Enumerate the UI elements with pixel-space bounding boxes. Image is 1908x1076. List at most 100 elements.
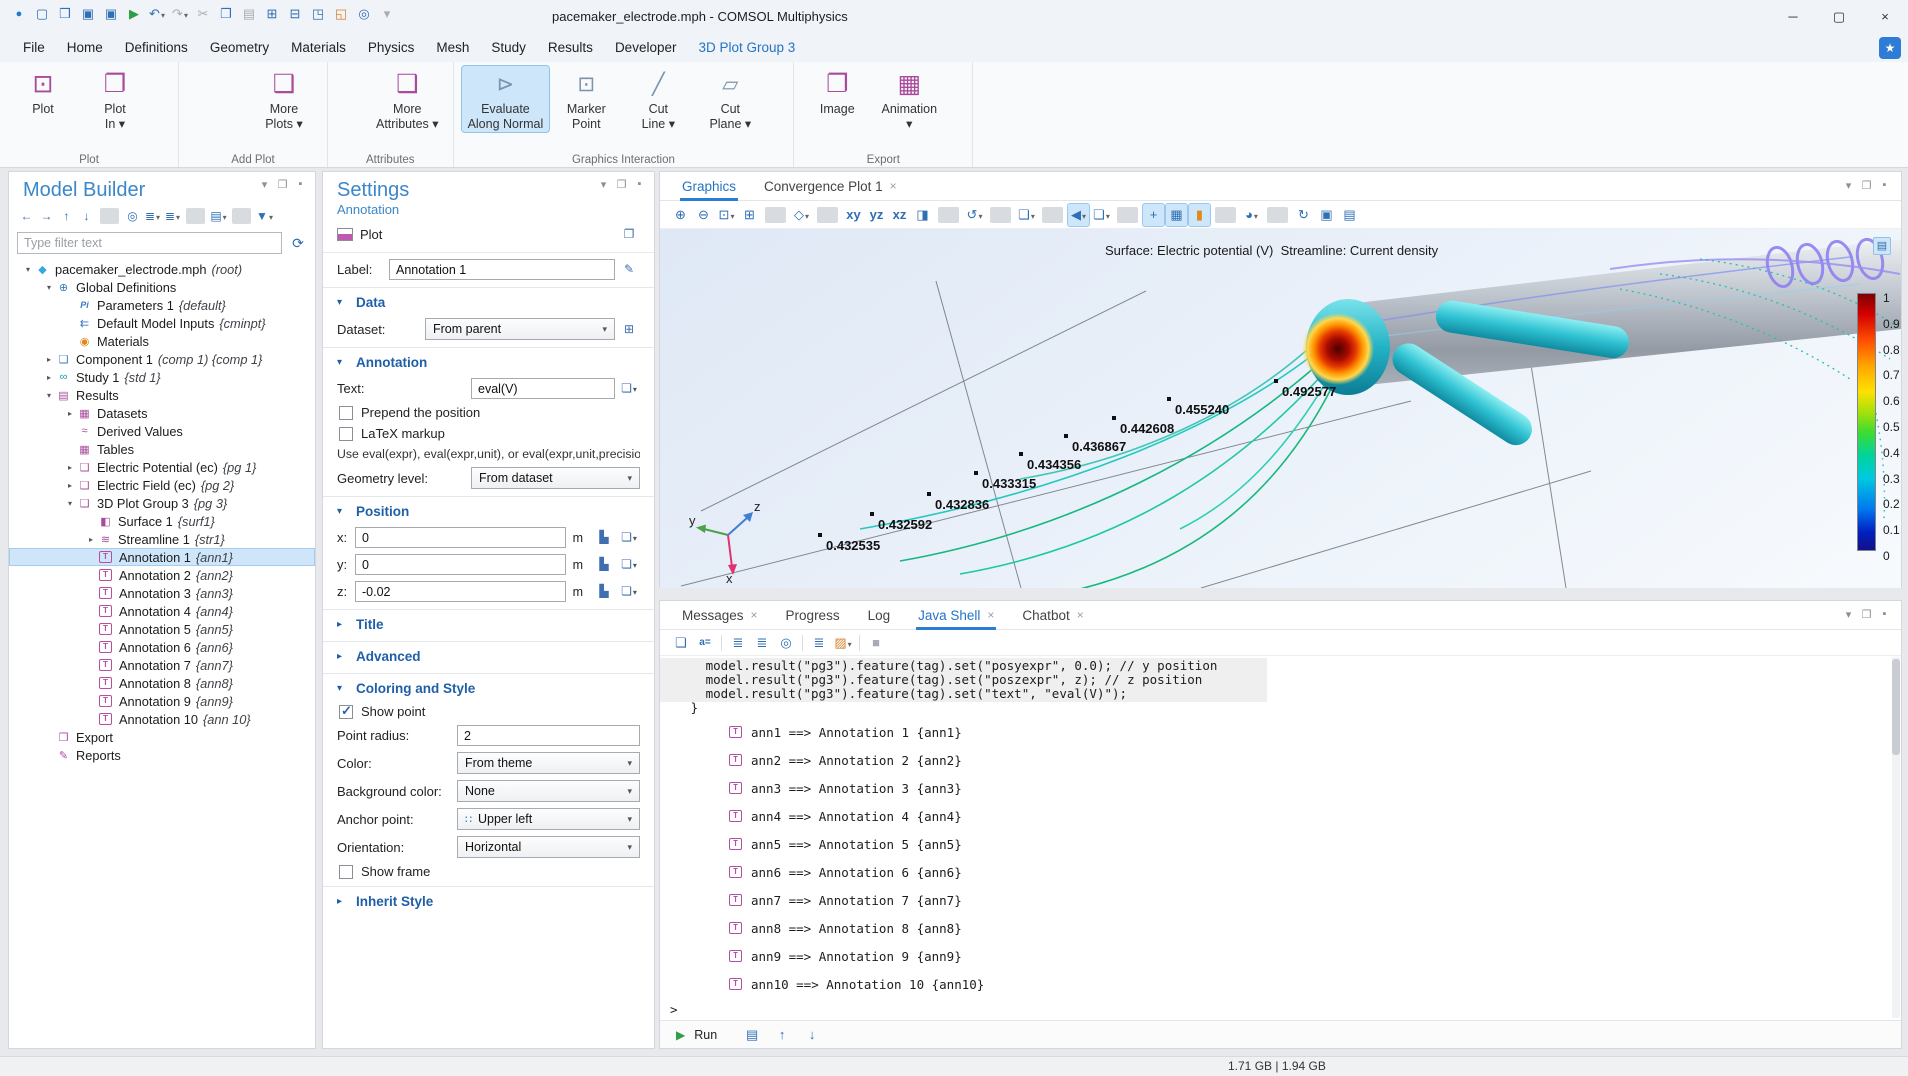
tab-chatbot[interactable]: Chatbot ×: [1022, 601, 1083, 630]
anchor-point-dropdown[interactable]: ∷ Upper left▾: [457, 808, 640, 830]
title-section-header[interactable]: ▸Title: [323, 615, 654, 634]
expand-all-icon[interactable]: ≣: [143, 205, 162, 227]
show-point-checkbox[interactable]: [339, 705, 353, 719]
show-all-icon[interactable]: ◎: [775, 632, 797, 654]
expression-menu-button[interactable]: ❏: [618, 527, 640, 548]
position-input[interactable]: -0.02: [355, 581, 566, 602]
tree-item-root[interactable]: ▾ ◆ pacemaker_electrode.mph (root): [9, 260, 315, 278]
tree-expander-icon[interactable]: ▾: [21, 265, 35, 274]
create-dataset-button[interactable]: ⊞: [618, 319, 640, 340]
stop-icon[interactable]: ■: [865, 632, 887, 654]
tree-item-annotation-5[interactable]: T Annotation 5 {ann5}: [9, 620, 315, 638]
move-up-icon[interactable]: ↑: [57, 205, 76, 227]
divider[interactable]: [817, 207, 838, 223]
tree-item-export[interactable]: ❒ Export: [9, 728, 315, 746]
orientation-dropdown[interactable]: Horizontal▾: [457, 836, 640, 858]
panel-float-icon[interactable]: ❐: [276, 178, 289, 191]
shell-prompt[interactable]: >: [660, 998, 1892, 1019]
run-icon[interactable]: ▶: [676, 1028, 685, 1042]
copy-code-icon[interactable]: ❏: [670, 632, 692, 654]
menu-results[interactable]: Results: [537, 34, 604, 62]
word-wrap-icon[interactable]: ≣: [808, 632, 830, 654]
scroll-down-icon[interactable]: ≣: [751, 632, 773, 654]
filter-funnel-icon[interactable]: ▼: [255, 205, 274, 227]
tree-item-annotation-4[interactable]: T Annotation 4 {ann4}: [9, 602, 315, 620]
tree-item-annotation-2[interactable]: T Annotation 2 {ann2}: [9, 566, 315, 584]
menu-home[interactable]: Home: [56, 34, 114, 62]
panel-float-icon[interactable]: ❐: [615, 178, 628, 191]
tab-convergence-plot-1[interactable]: Convergence Plot 1 ×: [764, 172, 897, 201]
tab-log[interactable]: Log: [868, 601, 891, 630]
divider[interactable]: [1042, 207, 1063, 223]
tree-expander-icon[interactable]: ▾: [42, 283, 56, 292]
tree-item-datasets[interactable]: ▸ ▦ Datasets: [9, 404, 315, 422]
tree-item-global-definitions[interactable]: ▾ ⊕ Global Definitions: [9, 278, 315, 296]
expression-menu-button[interactable]: ❏: [618, 581, 640, 602]
panel-pin-icon[interactable]: ▪: [1878, 608, 1891, 621]
tree-item-materials[interactable]: ◉ Materials: [9, 332, 315, 350]
tab-progress[interactable]: Progress: [786, 601, 840, 630]
collapse-all-icon[interactable]: ≣: [163, 205, 182, 227]
panel-float-icon[interactable]: ❐: [1860, 179, 1873, 192]
panel-menu-icon[interactable]: ▾: [1842, 179, 1855, 192]
tab-close-icon[interactable]: ×: [751, 608, 758, 622]
tree-item-component-1[interactable]: ▸ ❑ Component 1 (comp 1) {comp 1}: [9, 350, 315, 368]
tree-item-derived-values[interactable]: ≈ Derived Values: [9, 422, 315, 440]
marker-point-button[interactable]: ⊡ Marker Point: [551, 66, 621, 132]
close-button[interactable]: ×: [1862, 0, 1908, 34]
tree-expander-icon[interactable]: ▸: [42, 373, 56, 382]
menu-file[interactable]: File: [12, 34, 56, 62]
clear-console-icon[interactable]: ▨: [832, 632, 854, 654]
java-shell-output[interactable]: model.result("pg3").feature(tag).set("po…: [660, 657, 1892, 1019]
next-command-icon[interactable]: ↓: [801, 1024, 823, 1046]
tab-graphics[interactable]: Graphics: [682, 172, 736, 201]
tree-item-study-1[interactable]: ▸ ∞ Study 1 {std 1}: [9, 368, 315, 386]
cut-line-button[interactable]: ╱ Cut Line ▾: [623, 66, 693, 132]
range-button[interactable]: ▙: [593, 554, 615, 575]
plot-area[interactable]: Surface: Electric potential (V) Streamli…: [660, 229, 1901, 588]
tree-expander-icon[interactable]: ▸: [63, 463, 77, 472]
divider[interactable]: [990, 207, 1011, 223]
range-button[interactable]: ▙: [593, 581, 615, 602]
zoom-box-icon[interactable]: ⊡: [716, 204, 737, 226]
divider[interactable]: [186, 208, 205, 224]
update-plot-icon[interactable]: ↻: [1293, 204, 1314, 226]
evaluate-icon[interactable]: a=: [694, 632, 716, 654]
maximize-button[interactable]: ▢: [1816, 0, 1862, 34]
geometry-level-dropdown[interactable]: From dataset▾: [471, 467, 640, 489]
menu-mesh[interactable]: Mesh: [425, 34, 480, 62]
tree-item-3d-plot-group-3[interactable]: ▾ ❑ 3D Plot Group 3 {pg 3}: [9, 494, 315, 512]
tree-item-streamline-1[interactable]: ▸ ≋ Streamline 1 {str1}: [9, 530, 315, 548]
tree-expander-icon[interactable]: ▸: [84, 535, 98, 544]
panel-menu-icon[interactable]: ▾: [258, 178, 271, 191]
assistant-icon[interactable]: ★: [1879, 37, 1901, 59]
prev-command-icon[interactable]: ↑: [771, 1024, 793, 1046]
tree-item-annotation-3[interactable]: T Annotation 3 {ann3}: [9, 584, 315, 602]
view-cube-icon[interactable]: ❏: [1016, 204, 1037, 226]
show-frame-checkbox[interactable]: [339, 865, 353, 879]
scrollbar-thumb[interactable]: [1892, 659, 1900, 755]
cut-icon[interactable]: ✂: [192, 3, 214, 25]
scroll-up-icon[interactable]: ≣: [727, 632, 749, 654]
position-section-header[interactable]: ▾Position: [323, 502, 654, 521]
image-button[interactable]: ❐ Image: [802, 66, 872, 132]
divider[interactable]: [721, 635, 722, 651]
show-grid-icon[interactable]: ▦: [1166, 204, 1187, 226]
divider[interactable]: [765, 207, 786, 223]
comsol-logo-icon[interactable]: ●: [8, 3, 30, 25]
plot-button[interactable]: Plot: [360, 227, 382, 242]
tab-close-icon[interactable]: ×: [987, 608, 994, 622]
tree-expander-icon[interactable]: ▾: [63, 499, 77, 508]
tree-item-tables[interactable]: ▦ Tables: [9, 440, 315, 458]
color-palette-icon[interactable]: ◕: [1241, 204, 1262, 226]
dataset-dropdown[interactable]: From parent▾: [425, 318, 615, 340]
tree-expander-icon[interactable]: ▸: [63, 409, 77, 418]
tree-item-default-model-inputs[interactable]: ⇇ Default Model Inputs {cminpt}: [9, 314, 315, 332]
panel-float-icon[interactable]: ❐: [1860, 608, 1873, 621]
panel-menu-icon[interactable]: ▾: [1842, 608, 1855, 621]
view-xz-icon[interactable]: xz: [889, 204, 910, 226]
tree-item-results[interactable]: ▾ ▤ Results: [9, 386, 315, 404]
position-input[interactable]: 0: [355, 527, 566, 548]
qat-menu-icon[interactable]: ▾: [376, 3, 398, 25]
menu-3d-plot-group-3[interactable]: 3D Plot Group 3: [687, 34, 806, 62]
